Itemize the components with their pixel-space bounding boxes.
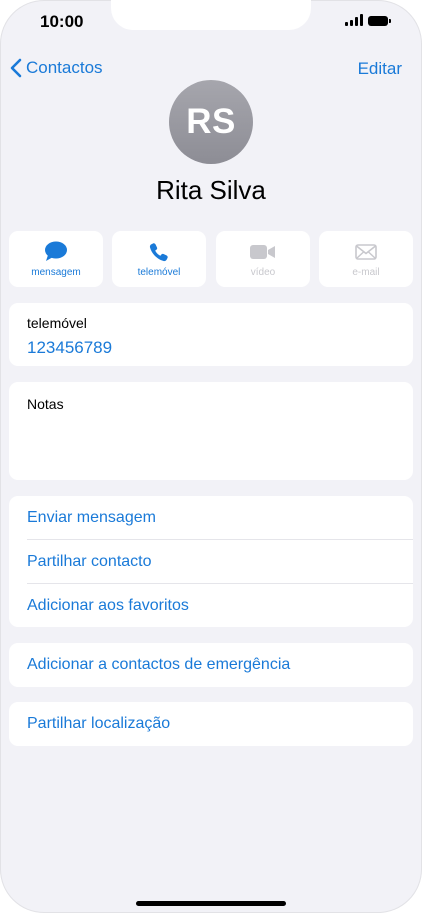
signal-icon [345, 14, 363, 26]
phone-action-label: telemóvel [137, 267, 181, 278]
add-emergency-contact-row[interactable]: Adicionar a contactos de emergência [9, 643, 413, 687]
email-action-button[interactable]: e-mail [319, 231, 413, 287]
share-location-row[interactable]: Partilhar localização [9, 702, 413, 746]
phone-action-button[interactable]: telemóvel [112, 231, 206, 287]
notes-label: Notas [27, 396, 64, 412]
status-icons [345, 14, 391, 26]
back-label: Contactos [26, 58, 103, 77]
email-action-label: e-mail [352, 267, 380, 278]
home-indicator[interactable] [136, 901, 286, 906]
contact-options-list: Enviar mensagem Partilhar contacto Adici… [9, 496, 413, 627]
notch [111, 0, 311, 30]
share-location-label: Partilhar localização [27, 715, 171, 732]
send-message-label: Enviar mensagem [27, 509, 156, 526]
avatar: RS [169, 80, 253, 164]
avatar-initials: RS [186, 102, 236, 141]
video-camera-icon [250, 245, 275, 259]
phone-field-label: telemóvel [27, 315, 87, 331]
back-button[interactable]: Contactos [10, 58, 103, 78]
add-emergency-contact-label: Adicionar a contactos de emergência [27, 656, 291, 673]
contact-name: Rita Silva [156, 175, 266, 205]
share-contact-row[interactable]: Partilhar contacto [9, 540, 413, 584]
edit-button[interactable]: Editar [358, 59, 402, 79]
envelope-icon [355, 244, 377, 260]
status-time: 10:00 [40, 12, 84, 31]
add-to-favorites-label: Adicionar aos favoritos [27, 597, 189, 614]
quick-actions: mensagem telemóvel vídeo e-mail [9, 231, 413, 287]
phone-number-card: telemóvel 123456789 [9, 303, 413, 366]
contact-detail-screen: 10:00 Contactos Editar RS Rita Silva men… [0, 0, 422, 913]
add-to-favorites-row[interactable]: Adicionar aos favoritos [9, 584, 413, 628]
share-contact-label: Partilhar contacto [27, 553, 152, 570]
phone-number-link[interactable]: 123456789 [27, 338, 112, 358]
send-message-row[interactable]: Enviar mensagem [9, 496, 413, 540]
video-action-label: vídeo [250, 267, 276, 278]
message-action-label: mensagem [31, 267, 81, 278]
notes-field[interactable]: Notas [9, 382, 413, 480]
chevron-left-icon [10, 58, 22, 78]
phone-icon [149, 243, 168, 262]
video-action-button[interactable]: vídeo [216, 231, 310, 287]
message-bubble-icon [45, 241, 67, 261]
battery-icon [368, 16, 391, 26]
message-action-button[interactable]: mensagem [9, 231, 103, 287]
